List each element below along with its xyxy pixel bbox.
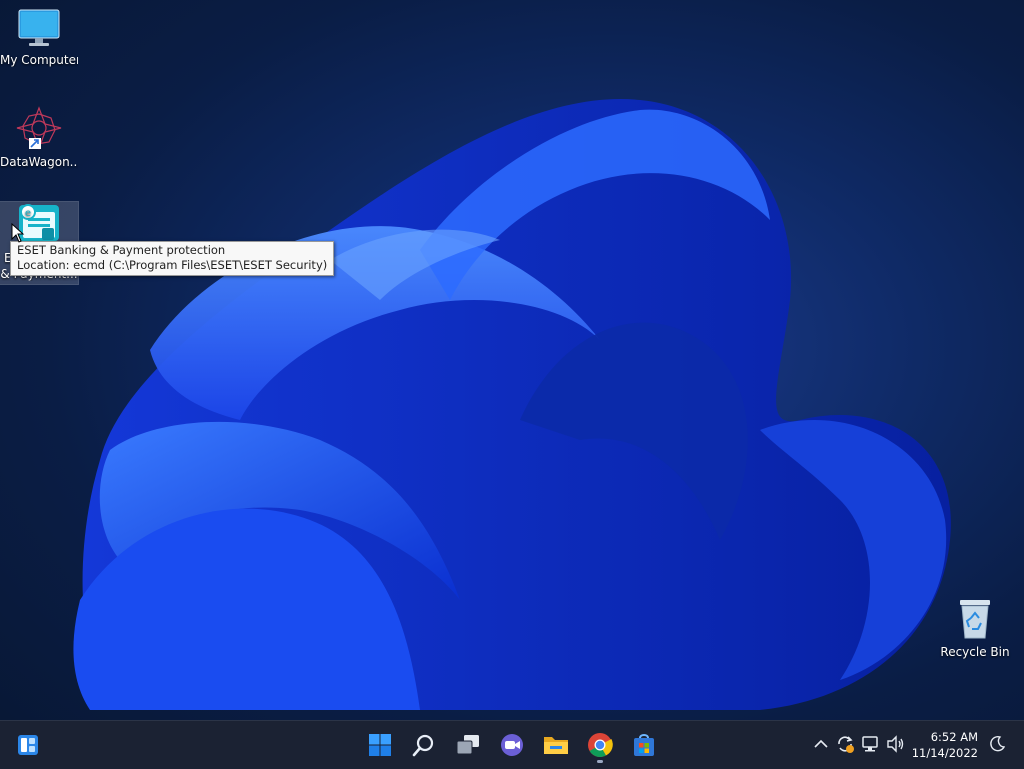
icon-tooltip: ESET Banking & Payment protection Locati…	[10, 241, 335, 276]
search-button[interactable]	[408, 729, 440, 761]
clock-date: 11/14/2022	[911, 746, 978, 760]
chrome-running-indicator	[597, 760, 603, 763]
desktop-icon-label: DataWagon...	[0, 155, 78, 169]
widgets-icon	[18, 735, 38, 755]
chrome-button[interactable]	[584, 729, 616, 761]
file-explorer-button[interactable]	[540, 729, 572, 761]
update-tray-button[interactable]	[834, 733, 856, 755]
mouse-cursor-icon	[11, 223, 25, 243]
chat-button[interactable]	[496, 729, 528, 761]
wallpaper-bloom	[73, 99, 951, 710]
desktop-icon-datawagon[interactable]: DataWagon...	[0, 106, 78, 172]
chevron-up-icon	[814, 739, 828, 748]
recycle-bin-icon	[960, 600, 990, 639]
clock-time: 6:52 AM	[930, 730, 978, 744]
start-icon	[369, 734, 391, 756]
task-view-button[interactable]	[452, 729, 484, 761]
task-view-icon	[456, 735, 479, 755]
datawagon-icon	[16, 106, 62, 150]
start-button[interactable]	[364, 729, 396, 761]
update-icon	[838, 736, 854, 753]
store-button[interactable]	[628, 729, 660, 761]
taskbar: 6:52 AM 11/14/2022	[0, 720, 1024, 769]
store-icon	[634, 734, 654, 756]
chrome-icon	[588, 733, 613, 758]
network-tray-button[interactable]	[860, 733, 882, 755]
focus-assist-icon	[990, 735, 1006, 752]
search-icon	[412, 734, 434, 757]
desktop-icon-recycle-bin[interactable]: Recycle Bin	[936, 596, 1014, 662]
tooltip-title: ESET Banking & Payment protection	[17, 243, 226, 257]
widgets-button[interactable]	[12, 729, 44, 761]
chat-icon	[501, 734, 523, 756]
tooltip-location: Location: ecmd (C:\Program Files\ESET\ES…	[17, 258, 328, 272]
desktop-icon-label: Recycle Bin	[940, 645, 1010, 659]
desktop-icon-my-computer[interactable]: My Computer	[0, 8, 78, 74]
volume-icon	[887, 735, 904, 753]
file-explorer-icon	[544, 737, 568, 754]
volume-tray-button[interactable]	[885, 733, 907, 755]
show-hidden-icons-button[interactable]	[810, 733, 832, 755]
monitor-icon	[18, 9, 60, 46]
desktop-icon-label: My Computer	[0, 53, 78, 67]
taskbar-clock[interactable]: 6:52 AM 11/14/2022	[912, 729, 978, 761]
svg-text:e: e	[25, 208, 31, 219]
network-icon	[862, 736, 878, 752]
focus-assist-button[interactable]	[986, 733, 1008, 755]
